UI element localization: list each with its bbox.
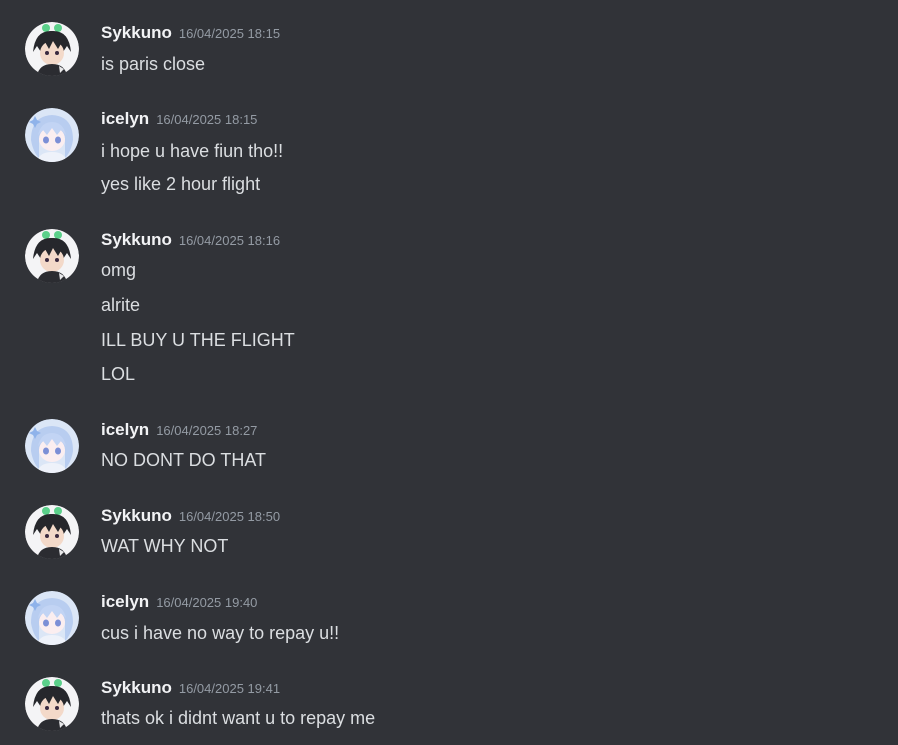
message-line: WAT WHY NOT [101,536,229,556]
message-header: icelyn 16/04/2025 18:15 [101,108,257,130]
sykkuno-avatar-icon[interactable] [25,677,79,731]
username[interactable]: Sykkuno [101,23,172,42]
timestamp: 16/04/2025 19:41 [178,681,281,696]
username[interactable]: Sykkuno [101,506,172,525]
sykkuno-avatar-icon[interactable] [25,505,79,559]
sykkuno-avatar-icon[interactable] [25,229,79,283]
message-header: icelyn 16/04/2025 19:40 [101,591,257,613]
timestamp: 16/04/2025 18:27 [156,423,258,438]
message-header: Sykkuno 16/04/2025 18:50 [101,505,280,527]
timestamp: 16/04/2025 18:50 [178,509,281,524]
sykkuno-avatar-icon[interactable] [25,22,79,76]
message-header: Sykkuno 16/04/2025 18:15 [101,22,280,44]
chat-message-list: Sykkuno 16/04/2025 18:15 is paris close i… [0,0,898,745]
username[interactable]: icelyn [101,592,149,611]
message-header: Sykkuno 16/04/2025 19:41 [101,677,280,699]
username[interactable]: icelyn [101,109,149,128]
timestamp: 16/04/2025 18:15 [178,26,281,41]
username[interactable]: Sykkuno [101,678,172,697]
message-line: ILL BUY U THE FLIGHT [101,330,295,350]
icelyn-avatar-icon[interactable] [25,419,79,473]
message-line: thats ok i didnt want u to repay me [101,708,376,728]
username[interactable]: icelyn [101,420,149,439]
message-header: Sykkuno 16/04/2025 18:16 [101,229,280,251]
message-line: alrite [101,295,141,315]
message-header: icelyn 16/04/2025 18:27 [101,419,257,441]
message-line: yes like 2 hour flight [101,174,261,194]
message-line: NO DONT DO THAT [101,450,267,470]
icelyn-avatar-icon[interactable] [25,591,79,645]
timestamp: 16/04/2025 19:40 [156,595,258,610]
message-line: omg [101,260,137,280]
message-line: LOL [101,364,136,384]
timestamp: 16/04/2025 18:16 [178,233,281,248]
timestamp: 16/04/2025 18:15 [156,112,258,127]
message-line: cus i have no way to repay u!! [101,623,340,643]
message-line: i hope u have fiun tho!! [101,141,284,161]
icelyn-avatar-icon[interactable] [25,108,79,162]
message-line: is paris close [101,54,206,74]
username[interactable]: Sykkuno [101,230,172,249]
